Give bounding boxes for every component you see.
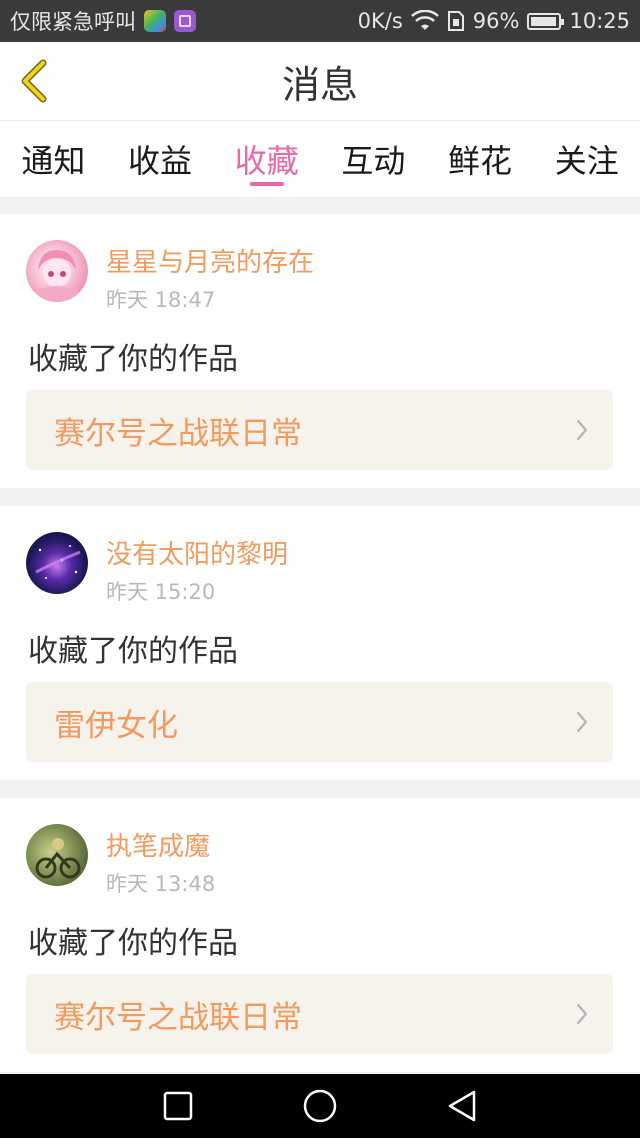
tab-follows[interactable]: 关注 [533, 121, 640, 197]
work-link[interactable]: 雷伊女化 [26, 682, 613, 762]
anime-girl-avatar-icon [34, 250, 80, 302]
tab-notifications[interactable]: 通知 [0, 121, 107, 197]
message-card: 没有太阳的黎明 昨天 15:20 收藏了你的作品 雷伊女化 [0, 506, 640, 780]
gallery-app-icon [174, 10, 196, 32]
work-title: 赛尔号之战联日常 [54, 999, 302, 1036]
back-triangle-icon [448, 1090, 476, 1122]
message-card: 星星与月亮的存在 昨天 18:47 收藏了你的作品 赛尔号之战联日常 [0, 214, 640, 488]
page-title: 消息 [281, 62, 358, 107]
home-button[interactable] [290, 1084, 350, 1128]
tab-label: 鲜花 [448, 142, 513, 180]
tab-interactions[interactable]: 互动 [320, 121, 427, 197]
tab-bar: 通知 收益 收藏 互动 鲜花 关注 [0, 121, 640, 197]
recent-apps-button[interactable] [148, 1084, 208, 1128]
action-text: 收藏了你的作品 [28, 634, 238, 669]
work-title: 赛尔号之战联日常 [54, 415, 302, 452]
tab-favorites[interactable]: 收藏 [213, 121, 320, 197]
timestamp: 昨天 18:47 [106, 288, 216, 312]
battery-percent: 96% [472, 9, 520, 33]
home-icon [303, 1089, 337, 1123]
tab-label: 关注 [554, 142, 619, 180]
tab-label: 通知 [21, 142, 86, 180]
wifi-icon [410, 10, 439, 30]
app-header: 消息 [0, 42, 640, 121]
work-link[interactable]: 赛尔号之战联日常 [26, 390, 613, 470]
action-text: 收藏了你的作品 [28, 926, 238, 961]
action-text: 收藏了你的作品 [28, 342, 238, 377]
active-tab-indicator [249, 182, 284, 186]
status-bar: 仅限紧急呼叫 0K/s 96% 10:25 [0, 0, 640, 42]
tab-flowers[interactable]: 鲜花 [427, 121, 534, 197]
timestamp: 昨天 13:48 [106, 872, 216, 896]
avatar[interactable] [26, 240, 88, 302]
system-back-button[interactable] [432, 1084, 492, 1128]
chevron-right-icon [576, 1003, 588, 1025]
work-link[interactable]: 赛尔号之战联日常 [26, 974, 613, 1054]
avatar[interactable] [26, 824, 88, 886]
message-card: 执笔成魔 昨天 13:48 收藏了你的作品 赛尔号之战联日常 [0, 798, 640, 1072]
chevron-right-icon [576, 419, 588, 441]
network-speed: 0K/s [357, 9, 403, 33]
tab-label: 收藏 [234, 142, 299, 180]
avatar[interactable] [26, 532, 88, 594]
battery-icon [527, 12, 565, 30]
tab-label: 互动 [341, 142, 406, 180]
timestamp: 昨天 15:20 [106, 580, 216, 604]
app-colorful-icon [144, 10, 166, 32]
user-name[interactable]: 没有太阳的黎明 [106, 534, 288, 571]
carrier-text: 仅限紧急呼叫 [10, 10, 136, 34]
work-title: 雷伊女化 [54, 707, 178, 744]
clock: 10:25 [569, 9, 630, 33]
tab-earnings[interactable]: 收益 [107, 121, 214, 197]
tab-label: 收益 [128, 142, 193, 180]
user-name[interactable]: 执笔成魔 [106, 826, 210, 863]
recent-apps-icon [163, 1091, 193, 1121]
chevron-right-icon [576, 711, 588, 733]
galaxy-avatar-icon [35, 545, 81, 579]
rider-avatar-icon [35, 838, 81, 879]
sim-icon [447, 11, 464, 31]
system-nav-bar [0, 1074, 640, 1138]
user-name[interactable]: 星星与月亮的存在 [106, 242, 314, 279]
